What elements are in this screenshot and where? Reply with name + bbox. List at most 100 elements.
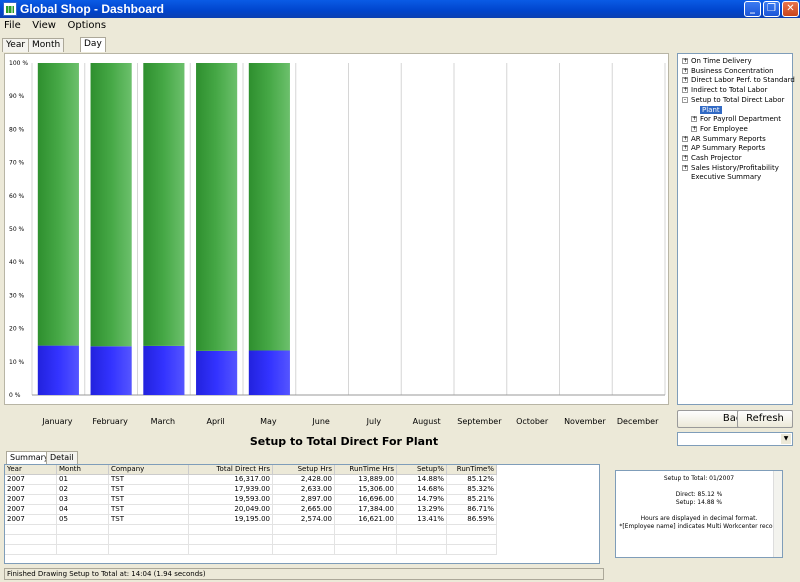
tree-item-label: On Time Delivery [691,57,752,65]
restore-button[interactable]: ❐ [763,1,780,17]
expand-icon[interactable]: + [682,135,688,142]
column-header[interactable]: Setup Hrs [273,465,335,475]
tree-item[interactable]: Executive Summary [691,173,761,181]
column-header[interactable]: RunTime Hrs [335,465,397,475]
tree-item[interactable]: + Sales History/Profitability [682,164,779,172]
table-row[interactable]: 2007 01 TST 16,317.00 2,428.00 13,889.00 14.88… [5,475,599,485]
minimize-button[interactable]: _ [744,1,761,17]
tree-item-label: Business Concentration [691,66,774,75]
table-cell: 14.88% [397,475,447,485]
table-row[interactable]: 2007 04 TST 20,049.00 2,665.00 17,384.00 13.29… [5,505,599,515]
expand-icon[interactable]: + [682,87,688,94]
tree-item[interactable]: + Cash Projector [682,154,742,162]
menu-file[interactable]: File [0,18,25,33]
tree-item[interactable]: - Setup to Total Direct Labor [682,96,784,104]
table-cell: 13.29% [397,505,447,515]
x-tick-label: October [516,417,549,426]
column-header[interactable]: Setup% [397,465,447,475]
tree-item[interactable]: + Indirect to Total Labor [682,86,767,94]
table-cell [335,535,397,545]
table-row[interactable]: 2007 03 TST 19,593.00 2,897.00 16,696.00 14.79… [5,495,599,505]
column-header[interactable]: Year [5,465,57,475]
table-row[interactable] [5,545,599,555]
expand-icon[interactable]: + [682,58,688,64]
tree-item[interactable]: + For Payroll Department [691,115,781,123]
tab-day[interactable]: Day [80,37,106,52]
table-cell: 17,384.00 [335,505,397,515]
x-tick-label: December [616,417,659,426]
table-cell: 16,317.00 [189,475,273,485]
table-cell: 2007 [5,515,57,525]
table-cell: 01 [57,475,109,485]
column-header[interactable]: Company [109,465,189,475]
tab-year[interactable]: Year [2,38,30,52]
menu-options[interactable]: Options [63,18,110,33]
tree-item[interactable]: + On Time Delivery [682,57,752,65]
table-row[interactable] [5,535,599,545]
tree-item[interactable]: + AP Summary Reports [682,144,765,152]
table-cell [5,535,57,545]
bar-setup-may [248,350,290,395]
table-cell [447,535,497,545]
bar-setup-january [37,345,79,395]
column-header[interactable]: RunTime% [447,465,497,475]
x-tick-label: June [312,417,330,426]
table-cell: 85.21% [447,495,497,505]
tree-item[interactable]: + AR Summary Reports [682,135,766,143]
table-cell [57,545,109,555]
tree-item[interactable]: + Direct Labor Perf. to Standard [682,76,795,84]
bar-runtime-march [143,63,185,346]
tree-item-label: For Employee [700,124,748,133]
expand-icon[interactable]: + [682,77,688,84]
table-cell [109,545,189,555]
y-tick-label: 70 % [9,160,25,167]
close-button[interactable]: ✕ [782,1,799,17]
table-cell: 04 [57,505,109,515]
expand-icon[interactable]: + [682,67,688,74]
info-note-format: Hours are displayed in decimal format. [640,515,758,522]
y-tick-label: 60 % [9,193,25,200]
tree-item[interactable]: + For Employee [691,125,748,133]
table-cell: 2007 [5,495,57,505]
table-cell: 2,665.00 [273,505,335,515]
table-cell: 85.32% [447,485,497,495]
expand-icon[interactable]: + [682,145,688,152]
tree-item[interactable]: Plant [700,105,722,114]
table-cell: 13,889.00 [335,475,397,485]
column-header[interactable]: Month [57,465,109,475]
table-cell [273,535,335,545]
status-bar: Finished Drawing Setup to Total at: 14:0… [4,568,604,580]
tab-detail[interactable]: Detail [46,451,78,464]
expand-icon[interactable]: + [682,164,688,171]
y-tick-label: 20 % [9,326,25,333]
table-cell: 16,621.00 [335,515,397,525]
column-header[interactable]: Total Direct Hrs [189,465,273,475]
table-row[interactable]: 2007 05 TST 19,195.00 2,574.00 16,621.00 13.41… [5,515,599,525]
table-row[interactable] [5,525,599,535]
info-scrollbar[interactable] [773,471,782,557]
table-cell [273,525,335,535]
tree-item[interactable]: + Business Concentration [682,67,774,75]
table-cell [189,535,273,545]
filter-dropdown[interactable]: ▼ [677,432,793,446]
expand-icon[interactable]: + [682,155,688,161]
table-cell: 19,195.00 [189,515,273,525]
chevron-down-icon[interactable]: ▼ [781,434,791,444]
refresh-button[interactable]: Refresh [737,410,793,428]
table-cell [5,545,57,555]
tab-month[interactable]: Month : 2007 [28,38,65,76]
menu-view[interactable]: View [28,18,60,33]
table-cell: 05 [57,515,109,525]
bar-setup-april [196,350,238,395]
expand-icon[interactable]: + [691,125,697,132]
title-bar: Global Shop - Dashboard _ ❐ ✕ [0,0,800,18]
bar-setup-february [90,346,132,395]
expand-icon[interactable]: + [691,116,697,123]
table-cell: 2,633.00 [273,485,335,495]
table-cell: 14.79% [397,495,447,505]
table-cell: 13.41% [397,515,447,525]
table-cell: 16,696.00 [335,495,397,505]
table-row[interactable]: 2007 02 TST 17,939.00 2,633.00 15,306.00 14.68… [5,485,599,495]
collapse-icon[interactable]: - [682,96,688,103]
table-cell: 03 [57,495,109,505]
